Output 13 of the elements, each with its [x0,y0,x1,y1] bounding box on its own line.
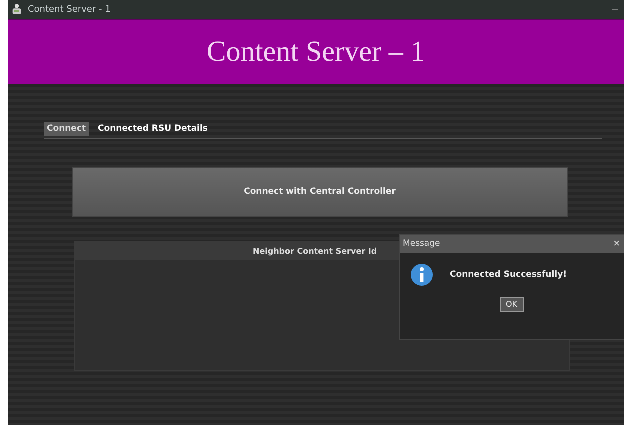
window-title: Content Server - 1 [28,4,111,14]
tab[interactable]: Connect [44,122,90,136]
banner-title: Content Server – 1 [206,36,426,68]
dialog-message: Connected Successfully! [450,270,567,280]
minimize-button[interactable]: – [612,4,624,15]
ok-button[interactable]: OK [500,297,524,312]
dialog-title: Message [403,239,440,249]
connect-button[interactable]: Connect with Central Controller [72,167,568,217]
column-header: Neighbor Content Server Id [253,246,378,256]
app-icon [12,3,22,16]
tab[interactable]: Connected RSU Details [95,122,211,136]
info-icon [410,263,434,287]
close-button[interactable]: × [614,238,624,250]
